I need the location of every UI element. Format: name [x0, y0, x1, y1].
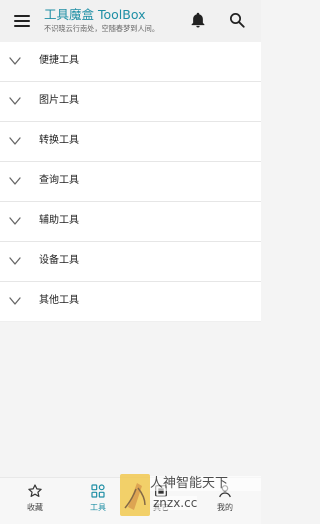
- category-item-conversion-tools[interactable]: 转换工具: [0, 122, 261, 162]
- category-label: 其他工具: [39, 295, 79, 306]
- category-label: 查询工具: [39, 175, 79, 186]
- nav-favorites[interactable]: 收藏: [15, 483, 55, 520]
- grid-icon: [91, 484, 105, 498]
- nav-tools[interactable]: 工具: [78, 483, 118, 520]
- category-item-assistant-tools[interactable]: 辅助工具: [0, 202, 261, 242]
- category-label: 设备工具: [39, 255, 79, 266]
- bell-icon[interactable]: [189, 11, 207, 29]
- category-label: 转换工具: [39, 135, 79, 146]
- chevron-down-icon: [9, 97, 21, 105]
- chevron-down-icon: [9, 177, 21, 185]
- chevron-down-icon: [9, 297, 21, 305]
- chevron-down-icon: [9, 137, 21, 145]
- category-label: 便捷工具: [39, 55, 79, 66]
- star-icon: [28, 484, 42, 498]
- chevron-down-icon: [9, 217, 21, 225]
- watermark-text-line2: znzx.cc: [153, 496, 198, 510]
- category-item-device-tools[interactable]: 设备工具: [0, 242, 261, 282]
- watermark-overlay: 人神智能天下 znzx.cc: [120, 474, 261, 516]
- chevron-down-icon: [9, 57, 21, 65]
- category-item-image-tools[interactable]: 图片工具: [0, 82, 261, 122]
- menu-icon[interactable]: [14, 14, 32, 28]
- app-window: 工具魔盒 ToolBox 不识晓云行南处，空随春梦到人间。 便捷工具 图片工具 …: [0, 0, 261, 524]
- tool-category-list: 便捷工具 图片工具 转换工具 查询工具 辅助工具 设备工具 其他工具: [0, 42, 261, 322]
- watermark-text-line1: 人神智能天下: [150, 476, 261, 491]
- nav-label-tools: 工具: [90, 503, 106, 512]
- category-label: 辅助工具: [39, 215, 79, 226]
- category-item-other-tools[interactable]: 其他工具: [0, 282, 261, 322]
- chevron-down-icon: [9, 257, 21, 265]
- nav-label-favorites: 收藏: [27, 503, 43, 512]
- app-subtitle: 不识晓云行南处，空随春梦到人间。: [44, 24, 160, 33]
- category-item-convenient-tools[interactable]: 便捷工具: [0, 42, 261, 82]
- category-item-query-tools[interactable]: 查询工具: [0, 162, 261, 202]
- top-app-bar: 工具魔盒 ToolBox 不识晓云行南处，空随春梦到人间。: [0, 0, 261, 42]
- watermark-logo: [120, 474, 150, 516]
- search-icon[interactable]: [228, 11, 246, 29]
- category-label: 图片工具: [39, 95, 79, 106]
- app-title: 工具魔盒 ToolBox: [44, 7, 146, 22]
